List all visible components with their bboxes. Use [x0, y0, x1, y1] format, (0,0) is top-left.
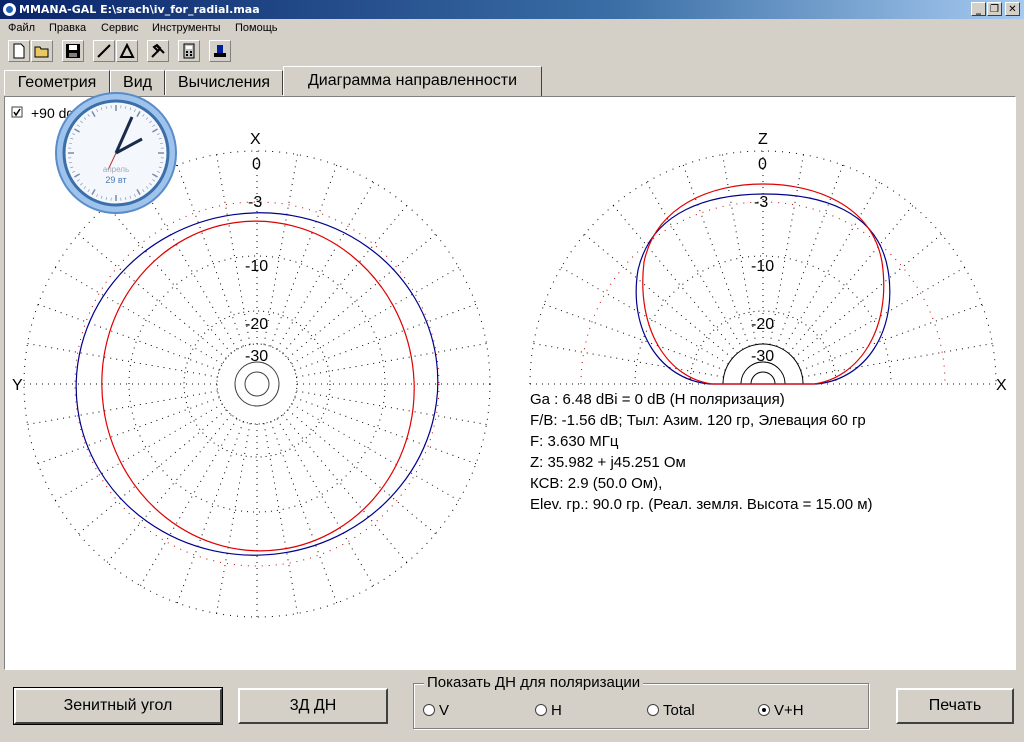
grid-spoke: [276, 181, 374, 350]
grid-spoke: [802, 343, 993, 378]
grid-spoke: [287, 409, 436, 535]
radio-h[interactable]: H: [535, 702, 562, 719]
grid-spoke: [782, 181, 880, 350]
radio-v-dot: [423, 704, 435, 716]
grid-spoke: [296, 343, 487, 378]
left-ring-label-10: -10: [245, 258, 268, 275]
radio-total-dot: [647, 704, 659, 716]
pattern-canvas: +90 dg X Y 0 -3 -10 -20 -30 Z X 0 -3 -10…: [11, 92, 1007, 618]
grid-spoke: [776, 164, 844, 347]
clock-month: апрель: [103, 165, 129, 174]
radio-h-label: H: [551, 702, 562, 719]
result-impedance: Z: 35.982 + j45.251 Ом: [530, 454, 686, 471]
grid-spoke: [140, 181, 238, 350]
grid-spoke: [682, 164, 750, 347]
result-swr: КСВ: 2.9 (50.0 Ом),: [530, 475, 662, 492]
grid-spoke: [282, 414, 408, 563]
left-ring-label-20: -20: [245, 316, 268, 333]
radio-v[interactable]: V: [423, 702, 449, 719]
left-ring-label-30: -30: [245, 348, 268, 365]
grid-spoke: [612, 205, 738, 354]
grid-spoke: [282, 205, 408, 354]
grid-spoke: [769, 154, 804, 345]
left-ring-label-0: 0: [252, 156, 261, 173]
right-ring-label-3: -3: [754, 194, 768, 211]
grid-spoke: [646, 181, 744, 350]
grid-spoke: [263, 423, 298, 614]
grid-spoke: [270, 421, 338, 604]
grid-spoke: [294, 397, 477, 465]
grid-spoke: [793, 233, 942, 359]
grid-spoke: [800, 303, 983, 371]
grid-spoke: [296, 390, 487, 425]
result-fb: F/B: -1.56 dB; Тыл: Азим. 120 гр, Элевац…: [530, 412, 866, 429]
grid-spoke: [27, 343, 218, 378]
grid-spoke: [27, 390, 218, 425]
grid-spoke: [216, 423, 251, 614]
plus90-checkbox[interactable]: [11, 106, 23, 118]
result-gain: Ga : 6.48 dBi = 0 dB (H поляризация): [530, 391, 785, 408]
right-ring-label-20: -20: [751, 316, 774, 333]
grid-spoke: [140, 418, 238, 587]
polarization-group-label: Показать ДН для поляризации: [424, 674, 644, 691]
radio-total[interactable]: Total: [647, 702, 695, 719]
right-side-axis-label: X: [996, 377, 1007, 394]
grid-spoke: [54, 403, 223, 501]
grid-spoke: [291, 267, 460, 365]
right-top-axis-label: Z: [758, 131, 768, 148]
grid-spoke: [270, 164, 338, 347]
radio-vh-dot: [758, 704, 770, 716]
grid-spoke: [276, 418, 374, 587]
results-block: Ga : 6.48 dBi = 0 dB (H поляризация) F/B…: [530, 391, 873, 513]
grid-spoke: [263, 154, 298, 345]
grid-spoke: [176, 164, 244, 347]
radio-vh[interactable]: V+H: [758, 702, 804, 719]
left-top-axis-label: X: [250, 131, 261, 148]
clock-widget: апрель 29 вт: [55, 92, 177, 214]
grid-spoke: [560, 267, 729, 365]
clock-day: 29 вт: [105, 175, 126, 185]
zenith-angle-button[interactable]: Зенитный угол: [13, 687, 223, 725]
grid-spoke: [797, 267, 966, 365]
print-button[interactable]: Печать: [896, 688, 1014, 724]
grid-spoke: [533, 343, 724, 378]
grid-spoke: [106, 414, 232, 563]
grid-spoke: [78, 233, 227, 359]
grid-spoke: [788, 205, 914, 354]
grid-spoke: [543, 303, 726, 371]
grid-spoke: [37, 397, 220, 465]
grid-spoke: [176, 421, 244, 604]
left-ring-label-3: -3: [248, 194, 262, 211]
radio-v-label: V: [439, 702, 450, 719]
grid-spoke: [37, 303, 220, 371]
right-ring-label-10: -10: [751, 258, 774, 275]
radio-total-label: Total: [663, 702, 695, 719]
radio-h-dot: [535, 704, 547, 716]
grid-spoke: [584, 233, 733, 359]
radio-vh-label: V+H: [774, 702, 804, 719]
right-ring-label-30: -30: [751, 348, 774, 365]
grid-spoke: [294, 303, 477, 371]
result-frequency: F: 3.630 МГц: [530, 433, 619, 450]
result-elevation: Elev. гр.: 90.0 гр. (Реал. земля. Высота…: [530, 496, 873, 513]
3d-pattern-button[interactable]: 3Д ДН: [238, 688, 388, 724]
right-ring-label-0: 0: [758, 156, 767, 173]
left-side-axis-label: Y: [12, 377, 23, 394]
